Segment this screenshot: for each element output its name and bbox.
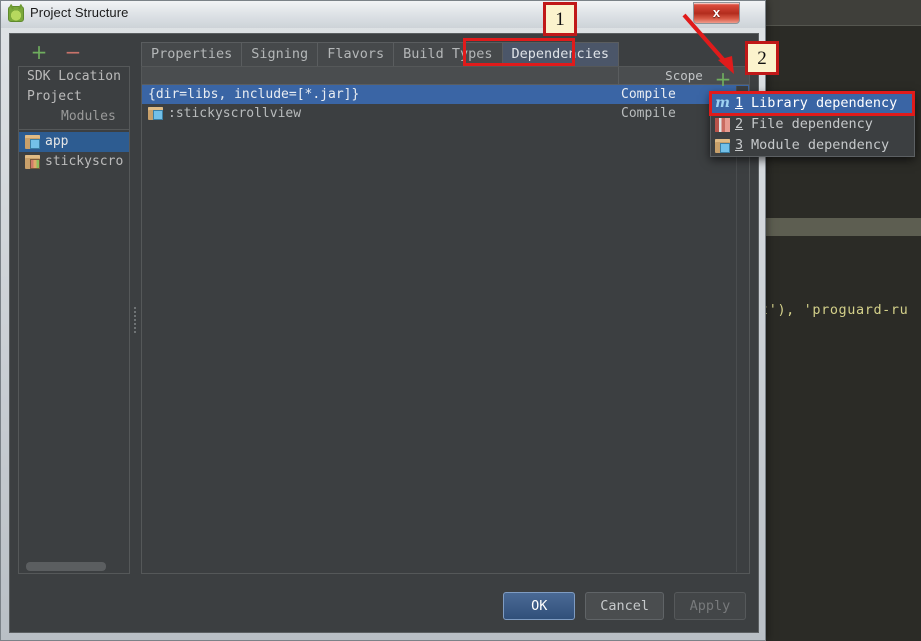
sidebar-item-label: Project <box>27 89 82 104</box>
sidebar-group-label: Modules <box>61 109 116 124</box>
cancel-button[interactable]: Cancel <box>585 592 664 620</box>
dependencies-table: Scope {dir=libs, include=[*.jar]} Compil… <box>141 66 750 574</box>
menu-item-module-dependency[interactable]: 3 Module dependency <box>711 135 914 156</box>
menu-item-library-dependency[interactable]: m 1 Library dependency <box>711 93 914 114</box>
add-dependency-button[interactable]: + <box>713 69 733 90</box>
dependency-name: {dir=libs, include=[*.jar]} <box>148 87 360 102</box>
sidebar-item-label: SDK Location <box>27 69 121 84</box>
menu-item-label: File dependency <box>751 116 873 132</box>
tab-properties[interactable]: Properties <box>141 42 243 66</box>
folder-icon <box>715 139 730 153</box>
close-icon[interactable]: x <box>693 2 740 24</box>
folder-icon <box>148 107 163 120</box>
menu-mnemonic: 1 <box>735 95 744 111</box>
apply-button[interactable]: Apply <box>674 592 746 620</box>
table-header: Scope <box>142 67 749 85</box>
bars-icon <box>715 118 730 132</box>
sidebar-item-stickyscrollview[interactable]: stickyscro <box>19 152 129 172</box>
remove-module-button[interactable]: − <box>62 42 84 64</box>
screen: t'), 'proguard-ru Project Structure x + … <box>0 0 921 641</box>
sidebar-item-label: stickyscro <box>45 154 124 169</box>
sidebar-item-label: app <box>45 134 69 149</box>
column-header-name <box>142 67 619 84</box>
menu-item-file-dependency[interactable]: 2 File dependency <box>711 114 914 135</box>
sidebar-group-modules: Modules <box>19 107 129 127</box>
window-titlebar[interactable]: Project Structure x <box>1 1 765 28</box>
sidebar-item-app[interactable]: app <box>19 132 129 152</box>
menu-item-label: Library dependency <box>751 95 898 111</box>
add-module-button[interactable]: + <box>28 42 50 64</box>
sidebar-hscrollbar[interactable] <box>20 561 128 572</box>
ide-toolbar <box>762 0 921 26</box>
android-studio-icon <box>8 6 24 22</box>
dependency-name: :stickyscrollview <box>168 106 302 121</box>
folder-icon <box>25 135 40 149</box>
tab-bar: Properties Signing Flavors Build Types D… <box>141 42 750 66</box>
sidebar-item-sdk-location[interactable]: SDK Location <box>19 67 129 87</box>
annotation-marker-1: 1 <box>543 2 577 36</box>
scrollbar-thumb[interactable] <box>26 562 106 571</box>
panel-splitter[interactable] <box>131 66 139 574</box>
table-row[interactable]: :stickyscrollview Compile <box>142 104 749 123</box>
sidebar-toolbar: + − <box>18 40 128 66</box>
sidebar-item-project[interactable]: Project <box>19 87 129 107</box>
tab-build-types[interactable]: Build Types <box>393 42 503 66</box>
project-structure-window: Project Structure x + − SDK Location Pro… <box>0 0 766 641</box>
tab-dependencies[interactable]: Dependencies <box>501 42 620 66</box>
ide-code-text: t'), 'proguard-ru <box>760 302 909 318</box>
module-tree-panel: SDK Location Project Modules app stickys… <box>18 66 130 574</box>
menu-mnemonic: 3 <box>735 137 744 153</box>
dialog-button-bar: OK Cancel Apply <box>493 592 746 620</box>
dialog-body: + − SDK Location Project Modules app sti… <box>9 33 759 633</box>
tab-signing[interactable]: Signing <box>241 42 319 66</box>
table-row[interactable]: {dir=libs, include=[*.jar]} Compile <box>142 85 749 104</box>
divider <box>19 129 129 130</box>
maven-m-icon: m <box>715 95 730 111</box>
menu-mnemonic: 2 <box>735 116 744 132</box>
table-vscrollbar[interactable] <box>736 86 748 572</box>
folder-bars-icon <box>25 155 40 169</box>
window-title: Project Structure <box>30 5 129 20</box>
splitter-handle-icon <box>133 306 137 334</box>
menu-item-label: Module dependency <box>751 137 890 153</box>
ide-highlighted-line <box>765 218 921 236</box>
annotation-marker-2: 2 <box>745 41 779 75</box>
ok-button[interactable]: OK <box>503 592 576 620</box>
tab-flavors[interactable]: Flavors <box>317 42 395 66</box>
add-dependency-menu: m 1 Library dependency 2 File dependency… <box>710 92 915 157</box>
